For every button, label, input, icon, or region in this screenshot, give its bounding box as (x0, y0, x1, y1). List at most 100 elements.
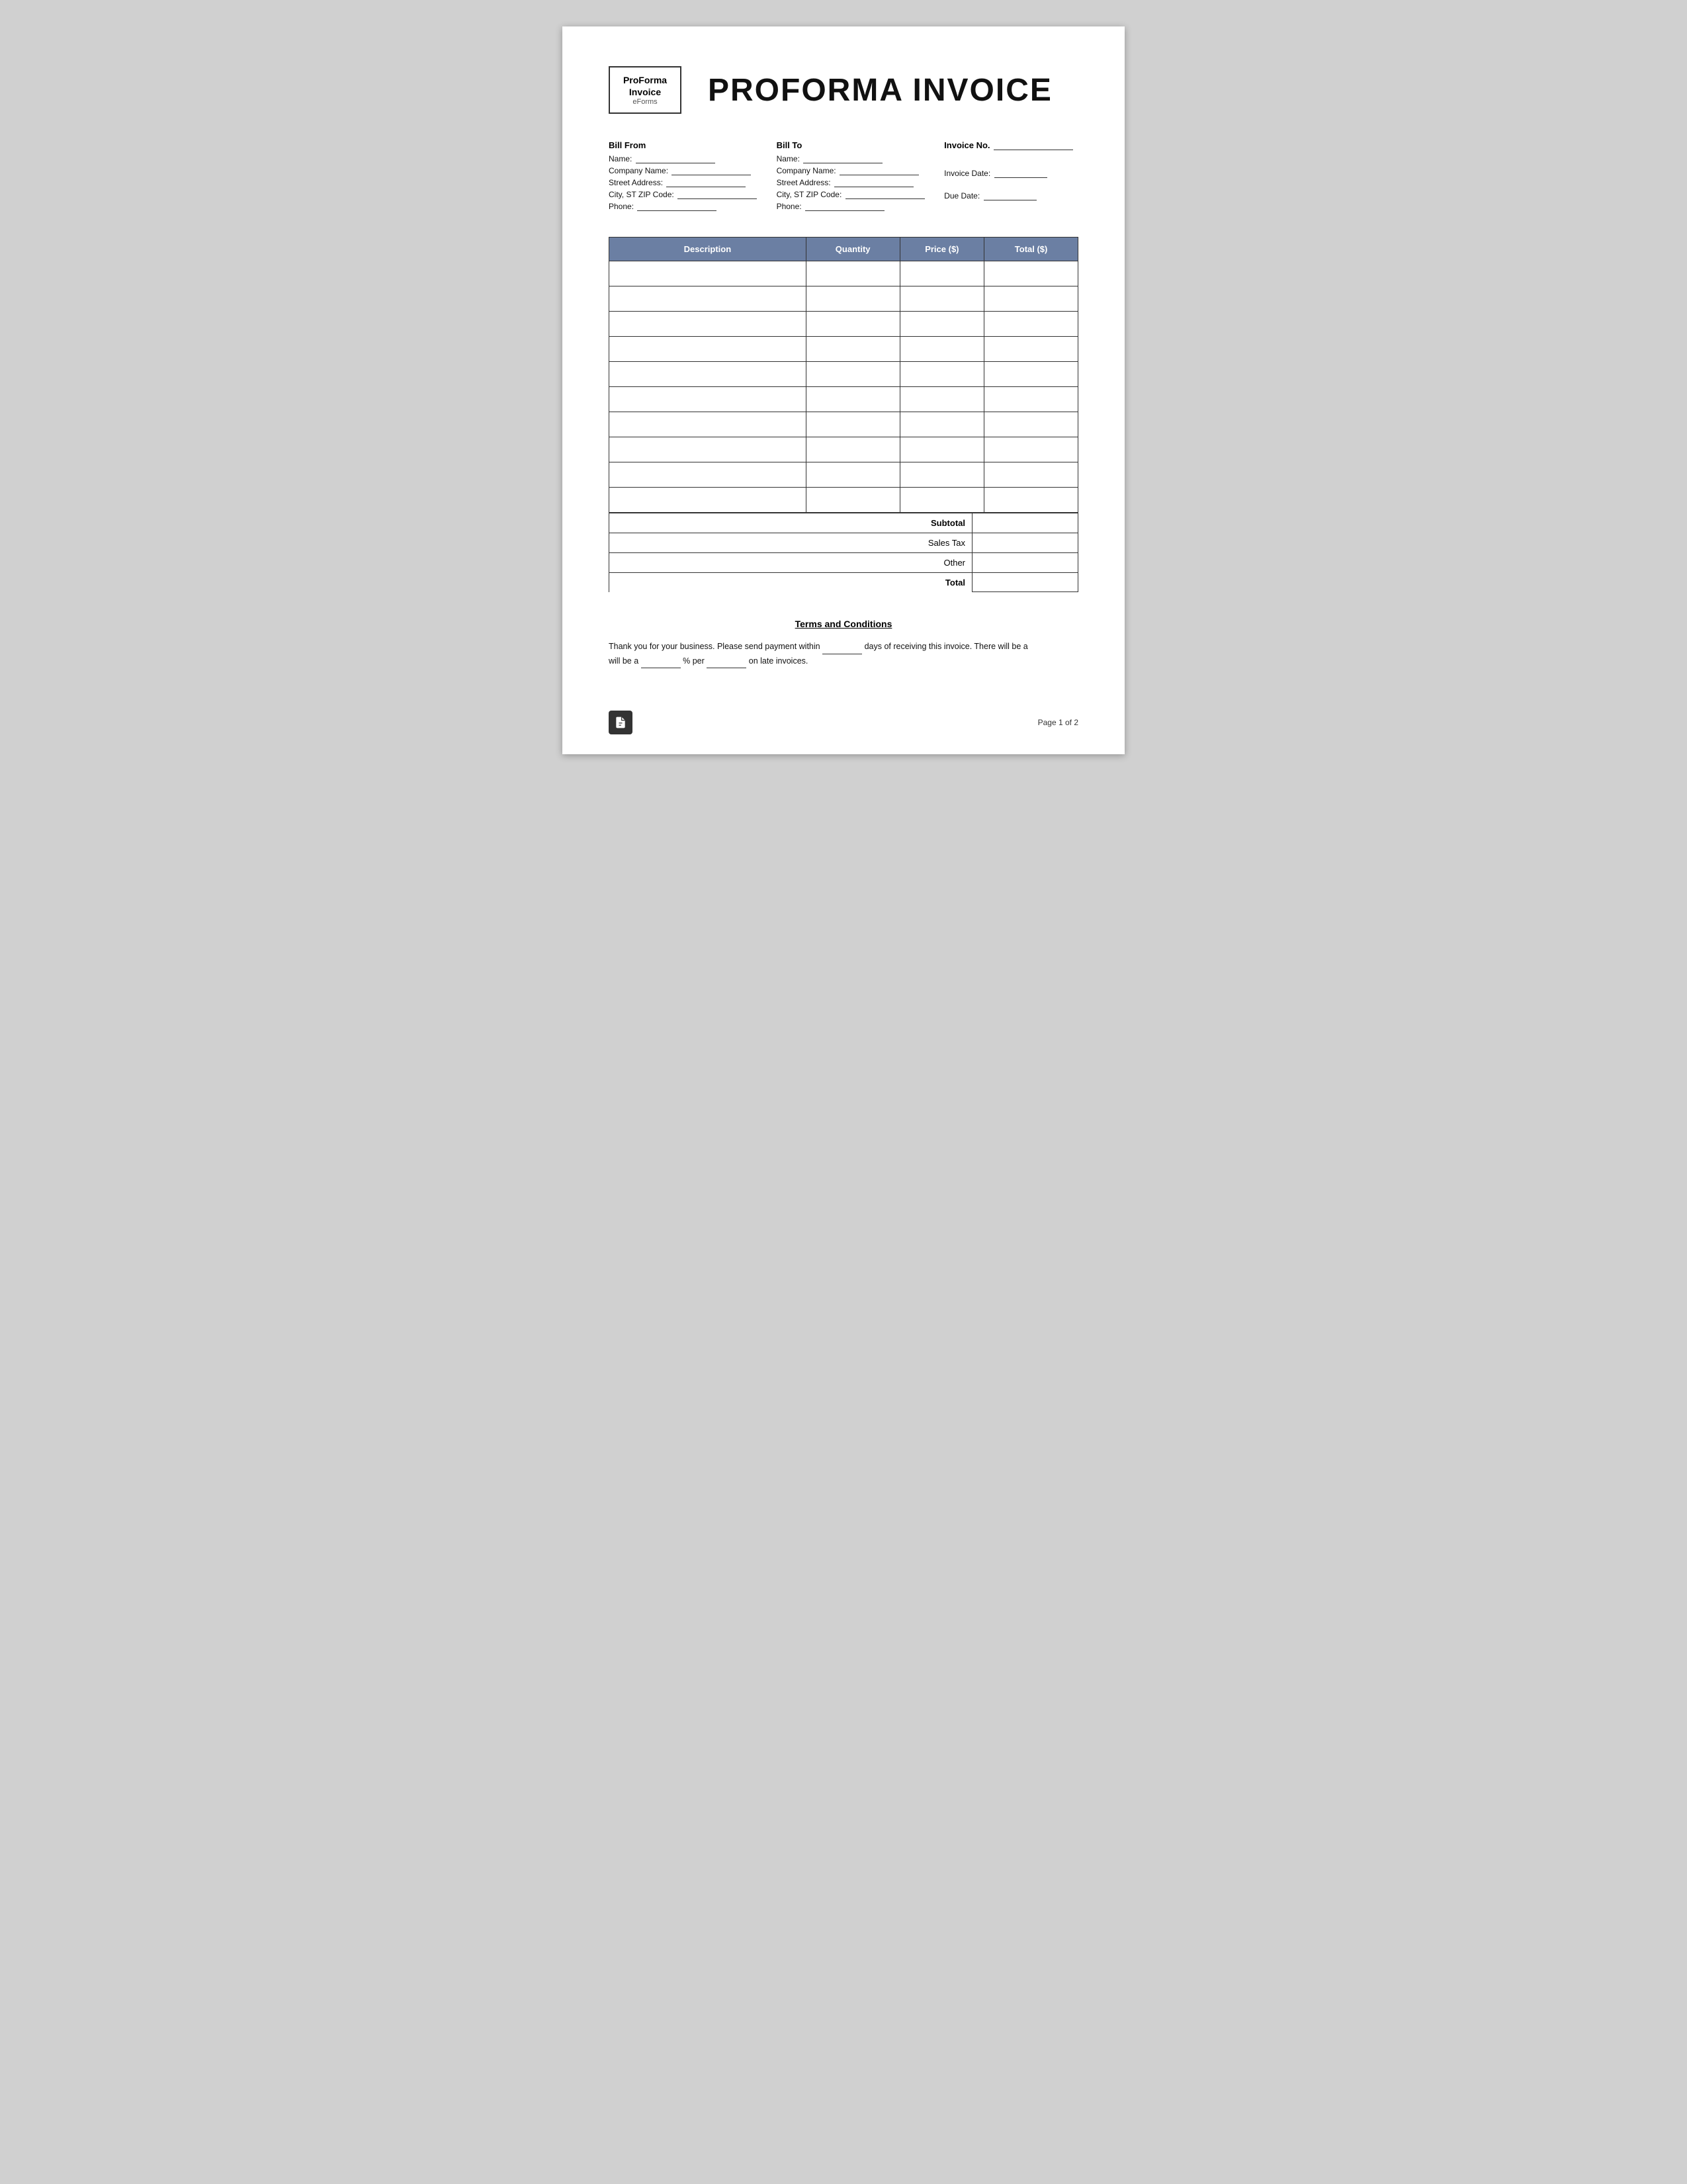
table-row (609, 488, 1078, 513)
price-cell[interactable] (900, 412, 984, 437)
logo-sub: eForms (621, 98, 670, 106)
qty-cell[interactable] (806, 462, 900, 488)
invoice-page: ProForma Invoice eForms PROFORMA INVOICE… (562, 26, 1125, 754)
total-cell[interactable] (984, 312, 1078, 337)
page-number: Page 1 of 2 (1038, 718, 1078, 727)
bill-from-company-field[interactable] (671, 166, 751, 175)
invoice-no-field[interactable] (994, 141, 1073, 150)
table-row (609, 312, 1078, 337)
qty-cell[interactable] (806, 387, 900, 412)
subtotal-label: Subtotal (931, 518, 965, 528)
price-cell[interactable] (900, 462, 984, 488)
terms-percent-field[interactable] (641, 660, 681, 668)
logo-title2: Invoice (621, 86, 670, 98)
desc-cell[interactable] (609, 337, 806, 362)
qty-cell[interactable] (806, 437, 900, 462)
price-cell[interactable] (900, 312, 984, 337)
total-cell[interactable] (984, 462, 1078, 488)
bill-from-column: Bill From Name: Company Name: Street Add… (609, 140, 777, 214)
price-cell[interactable] (900, 437, 984, 462)
sales-tax-row: Sales Tax (609, 533, 1078, 552)
header: ProForma Invoice eForms PROFORMA INVOICE (609, 66, 1078, 114)
bill-to-street-field[interactable] (834, 178, 914, 187)
desc-cell[interactable] (609, 261, 806, 286)
due-date-field[interactable] (984, 191, 1037, 200)
desc-cell[interactable] (609, 462, 806, 488)
total-cell[interactable] (984, 412, 1078, 437)
total-value[interactable] (972, 572, 1078, 592)
bill-to-label: Bill To (777, 140, 945, 150)
bill-from-street: Street Address: (609, 178, 777, 187)
bill-from-phone-field[interactable] (637, 202, 716, 211)
sales-tax-value[interactable] (972, 533, 1078, 552)
price-cell[interactable] (900, 286, 984, 312)
total-cell[interactable] (984, 387, 1078, 412)
bill-from-city-field[interactable] (677, 190, 757, 199)
table-row (609, 362, 1078, 387)
total-cell[interactable] (984, 362, 1078, 387)
desc-cell[interactable] (609, 437, 806, 462)
col-description: Description (609, 238, 806, 261)
bill-to-name: Name: (777, 154, 945, 163)
table-row (609, 437, 1078, 462)
table-row (609, 261, 1078, 286)
total-cell[interactable] (984, 437, 1078, 462)
desc-cell[interactable] (609, 488, 806, 513)
terms-period-field[interactable] (707, 660, 746, 668)
bill-to-name-field[interactable] (803, 154, 883, 163)
qty-cell[interactable] (806, 412, 900, 437)
price-cell[interactable] (900, 387, 984, 412)
bill-from-street-field[interactable] (666, 178, 746, 187)
bill-to-city-field[interactable] (845, 190, 925, 199)
desc-cell[interactable] (609, 412, 806, 437)
col-price: Price ($) (900, 238, 984, 261)
terms-text: Thank you for your business. Please send… (609, 640, 1078, 668)
total-cell[interactable] (984, 261, 1078, 286)
total-cell[interactable] (984, 488, 1078, 513)
total-cell[interactable] (984, 337, 1078, 362)
bill-to-city: City, ST ZIP Code: (777, 190, 945, 199)
invoice-table: Description Quantity Price ($) Total ($) (609, 237, 1078, 513)
invoice-no-label: Invoice No. (944, 140, 1078, 150)
qty-cell[interactable] (806, 337, 900, 362)
total-cell[interactable] (984, 286, 1078, 312)
terms-days-field[interactable] (822, 646, 862, 654)
bill-from-phone: Phone: (609, 202, 777, 211)
other-label: Other (943, 558, 965, 568)
bill-from-name-field[interactable] (636, 154, 715, 163)
desc-cell[interactable] (609, 387, 806, 412)
price-cell[interactable] (900, 362, 984, 387)
price-cell[interactable] (900, 337, 984, 362)
bill-info-section: Bill From Name: Company Name: Street Add… (609, 140, 1078, 214)
logo-title: ProForma (621, 74, 670, 86)
terms-will-be: will be a (609, 656, 641, 666)
desc-cell[interactable] (609, 286, 806, 312)
bill-to-company: Company Name: (777, 166, 945, 175)
terms-section: Terms and Conditions Thank you for your … (609, 619, 1078, 668)
table-header-row: Description Quantity Price ($) Total ($) (609, 238, 1078, 261)
table-row (609, 462, 1078, 488)
bill-from-company: Company Name: (609, 166, 777, 175)
bill-from-label: Bill From (609, 140, 777, 150)
col-quantity: Quantity (806, 238, 900, 261)
eforms-icon (609, 711, 632, 734)
qty-cell[interactable] (806, 488, 900, 513)
main-title: PROFORMA INVOICE (708, 72, 1053, 109)
desc-cell[interactable] (609, 312, 806, 337)
qty-cell[interactable] (806, 362, 900, 387)
bill-from-name: Name: (609, 154, 777, 163)
subtotal-value[interactable] (972, 513, 1078, 533)
bill-to-phone-field[interactable] (805, 202, 885, 211)
invoice-date-field[interactable] (994, 169, 1047, 178)
qty-cell[interactable] (806, 261, 900, 286)
qty-cell[interactable] (806, 286, 900, 312)
price-cell[interactable] (900, 261, 984, 286)
page-footer: Page 1 of 2 (609, 711, 1078, 734)
bill-to-company-field[interactable] (840, 166, 919, 175)
invoice-info-column: Invoice No. Invoice Date: Due Date: (944, 140, 1078, 214)
price-cell[interactable] (900, 488, 984, 513)
logo-box: ProForma Invoice eForms (609, 66, 681, 114)
qty-cell[interactable] (806, 312, 900, 337)
desc-cell[interactable] (609, 362, 806, 387)
other-value[interactable] (972, 552, 1078, 572)
